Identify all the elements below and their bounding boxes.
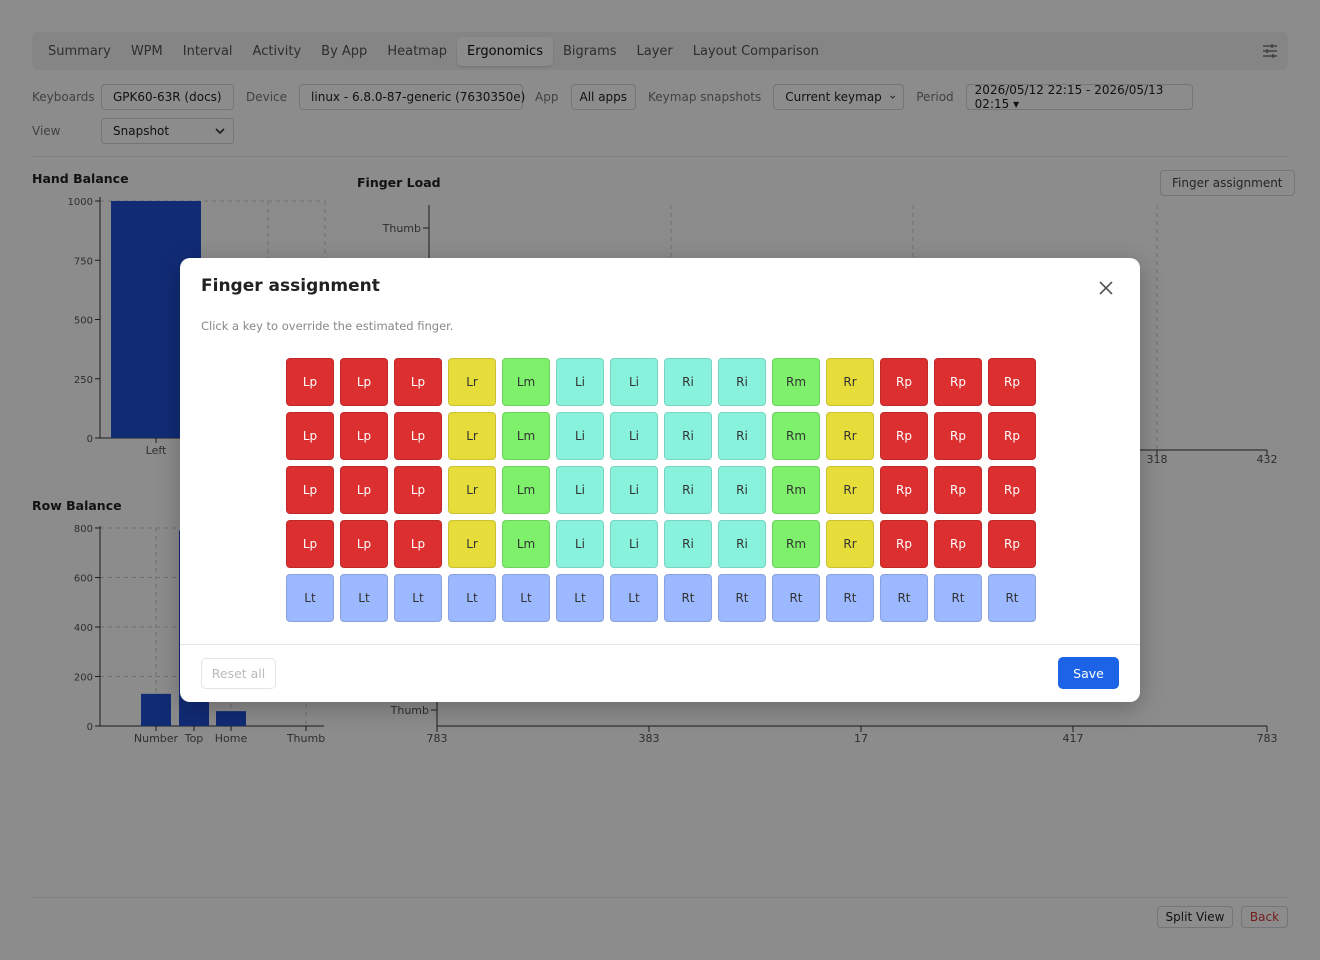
finger-key[interactable]: Li bbox=[556, 466, 604, 514]
finger-key[interactable]: Lm bbox=[502, 466, 550, 514]
finger-key[interactable]: Rp bbox=[988, 412, 1036, 460]
finger-key[interactable]: Lt bbox=[556, 574, 604, 622]
finger-key[interactable]: Lp bbox=[286, 358, 334, 406]
finger-key[interactable]: Rr bbox=[826, 358, 874, 406]
finger-key[interactable]: Lp bbox=[394, 358, 442, 406]
finger-key[interactable]: Lp bbox=[286, 412, 334, 460]
close-icon[interactable] bbox=[1098, 280, 1114, 296]
finger-key[interactable]: Lp bbox=[394, 412, 442, 460]
finger-key[interactable]: Li bbox=[556, 520, 604, 568]
finger-key[interactable]: Rt bbox=[988, 574, 1036, 622]
finger-key[interactable]: Lr bbox=[448, 358, 496, 406]
finger-key[interactable]: Rm bbox=[772, 358, 820, 406]
finger-key[interactable]: Li bbox=[610, 358, 658, 406]
finger-key[interactable]: Rm bbox=[772, 466, 820, 514]
finger-key[interactable]: Rp bbox=[880, 412, 928, 460]
finger-key[interactable]: Rp bbox=[988, 466, 1036, 514]
finger-key[interactable]: Lp bbox=[340, 520, 388, 568]
finger-key[interactable]: Ri bbox=[718, 520, 766, 568]
finger-key[interactable]: Rm bbox=[772, 520, 820, 568]
finger-key[interactable]: Lt bbox=[502, 574, 550, 622]
finger-key[interactable]: Lr bbox=[448, 466, 496, 514]
finger-key[interactable]: Lp bbox=[340, 358, 388, 406]
finger-key[interactable]: Rp bbox=[988, 358, 1036, 406]
finger-key[interactable]: Lr bbox=[448, 520, 496, 568]
finger-key[interactable]: Rp bbox=[934, 520, 982, 568]
finger-key[interactable]: Rt bbox=[880, 574, 928, 622]
finger-key[interactable]: Rt bbox=[772, 574, 820, 622]
finger-key[interactable]: Ri bbox=[718, 466, 766, 514]
finger-key[interactable]: Lm bbox=[502, 520, 550, 568]
finger-key[interactable]: Ri bbox=[664, 412, 712, 460]
finger-key[interactable]: Lt bbox=[340, 574, 388, 622]
finger-key[interactable]: Lr bbox=[448, 412, 496, 460]
finger-key[interactable]: Rp bbox=[934, 358, 982, 406]
reset-all-button[interactable]: Reset all bbox=[201, 658, 276, 689]
finger-key[interactable]: Lp bbox=[286, 520, 334, 568]
finger-key[interactable]: Rp bbox=[988, 520, 1036, 568]
finger-key[interactable]: Rp bbox=[934, 412, 982, 460]
finger-key[interactable]: Rp bbox=[880, 520, 928, 568]
finger-key[interactable]: Lp bbox=[340, 466, 388, 514]
finger-key[interactable]: Lp bbox=[340, 412, 388, 460]
finger-key[interactable]: Lm bbox=[502, 412, 550, 460]
finger-key[interactable]: Li bbox=[556, 358, 604, 406]
finger-key[interactable]: Lt bbox=[448, 574, 496, 622]
finger-key[interactable]: Rp bbox=[934, 466, 982, 514]
finger-key[interactable]: Rr bbox=[826, 466, 874, 514]
finger-key[interactable]: Li bbox=[556, 412, 604, 460]
finger-key[interactable]: Lt bbox=[286, 574, 334, 622]
save-button[interactable]: Save bbox=[1058, 657, 1119, 689]
finger-key[interactable]: Lp bbox=[394, 520, 442, 568]
finger-key[interactable]: Li bbox=[610, 412, 658, 460]
dialog-footer-divider bbox=[180, 644, 1140, 645]
finger-key[interactable]: Lm bbox=[502, 358, 550, 406]
dialog-title: Finger assignment bbox=[201, 276, 380, 296]
finger-assignment-dialog: Finger assignment Click a key to overrid… bbox=[180, 258, 1140, 702]
finger-key[interactable]: Rr bbox=[826, 520, 874, 568]
finger-key[interactable]: Rr bbox=[826, 412, 874, 460]
finger-key[interactable]: Rp bbox=[880, 466, 928, 514]
finger-key[interactable]: Ri bbox=[718, 358, 766, 406]
finger-key[interactable]: Rt bbox=[718, 574, 766, 622]
finger-key[interactable]: Rp bbox=[880, 358, 928, 406]
finger-key[interactable]: Ri bbox=[664, 358, 712, 406]
finger-key[interactable]: Lp bbox=[394, 466, 442, 514]
finger-key[interactable]: Ri bbox=[664, 520, 712, 568]
finger-key[interactable]: Rm bbox=[772, 412, 820, 460]
finger-key[interactable]: Li bbox=[610, 466, 658, 514]
finger-key[interactable]: Rt bbox=[826, 574, 874, 622]
finger-key[interactable]: Lt bbox=[610, 574, 658, 622]
finger-key[interactable]: Lp bbox=[286, 466, 334, 514]
finger-key[interactable]: Rt bbox=[934, 574, 982, 622]
finger-key[interactable]: Ri bbox=[718, 412, 766, 460]
finger-key[interactable]: Li bbox=[610, 520, 658, 568]
finger-key[interactable]: Ri bbox=[664, 466, 712, 514]
dialog-hint: Click a key to override the estimated fi… bbox=[201, 319, 454, 333]
finger-key[interactable]: Lt bbox=[394, 574, 442, 622]
finger-key[interactable]: Rt bbox=[664, 574, 712, 622]
